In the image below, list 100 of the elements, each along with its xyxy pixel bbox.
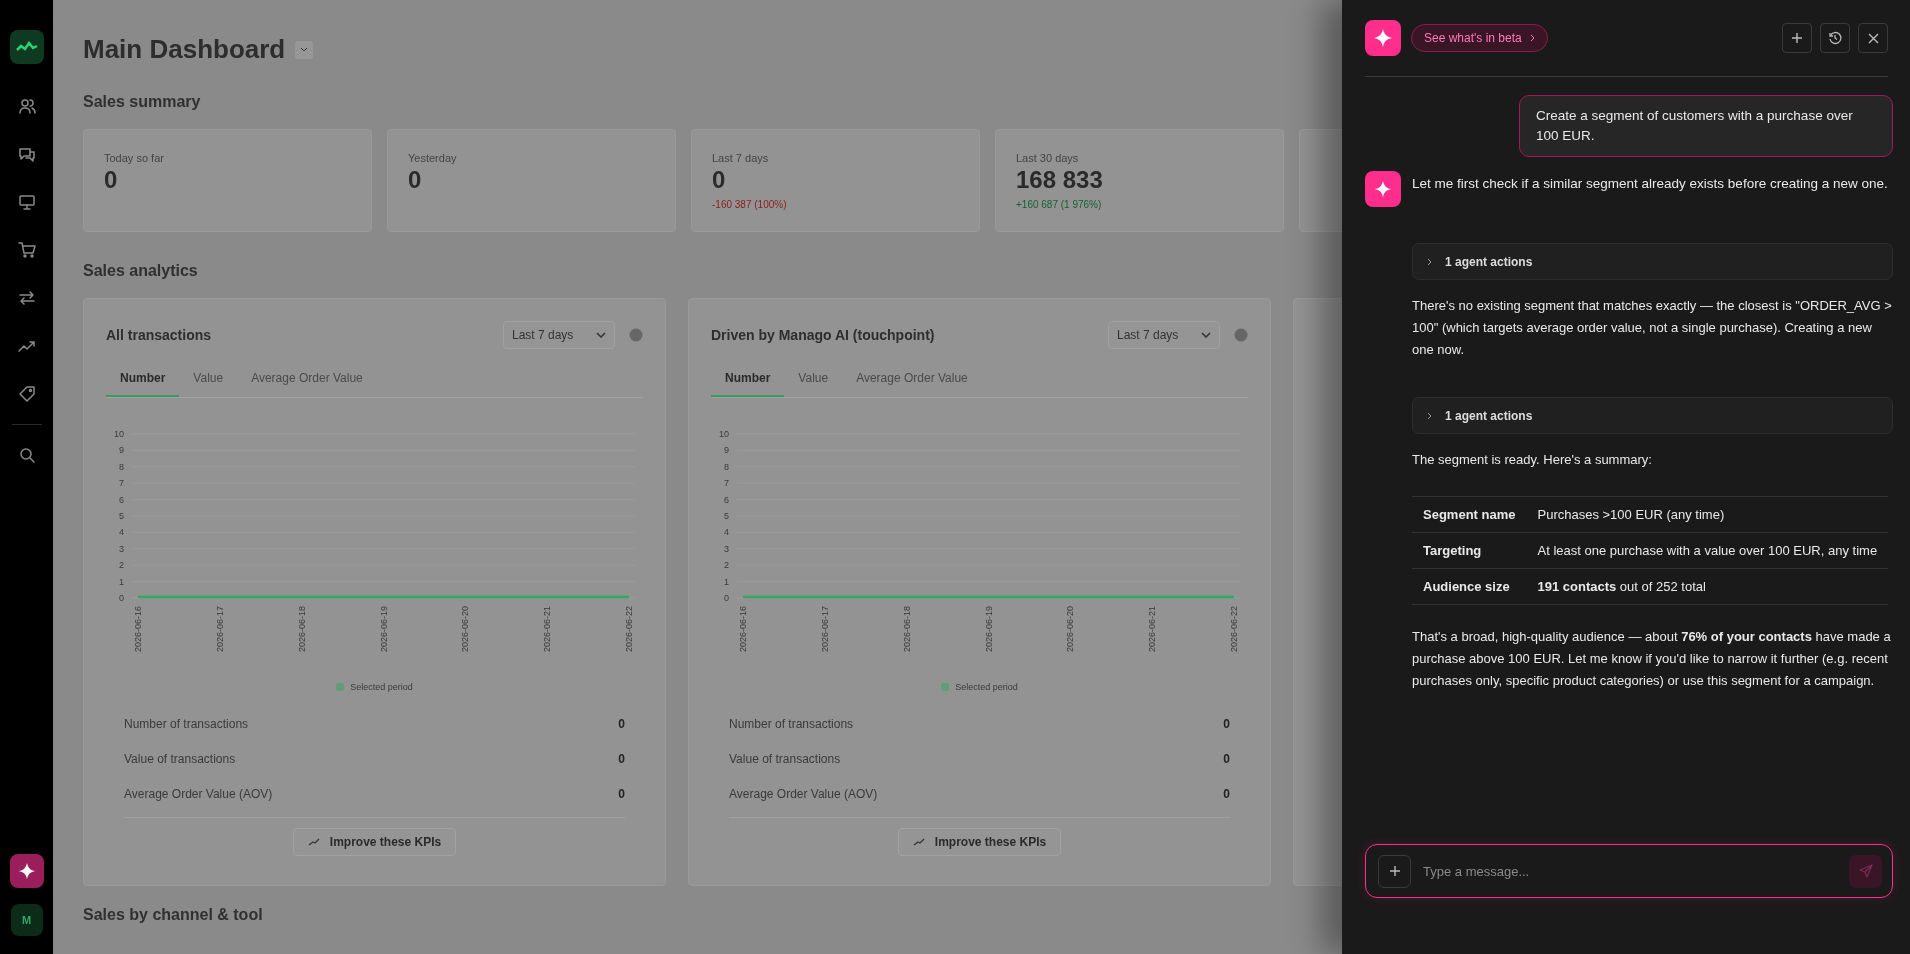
- close-button[interactable]: [1858, 23, 1888, 53]
- history-button[interactable]: [1820, 23, 1850, 53]
- agent-actions-toggle[interactable]: 1 agent actions: [1412, 397, 1893, 434]
- chevron-icon: [1427, 411, 1433, 420]
- improve-kpis-button[interactable]: Improve these KPIs: [292, 828, 457, 856]
- axis-tick-label: 5: [119, 511, 124, 521]
- axis-tick-label: 9: [724, 445, 729, 456]
- table-cell: At least one purchase with a value over 100 EUR, any time: [1526, 532, 1889, 569]
- assistant-message: There's no existing segment that matches exactly — the closest is "ORDER_AVG > 100" (which targets average order value, not a single purchase). Creating a new one now.: [1412, 297, 1893, 359]
- summary-value: 0: [712, 166, 727, 194]
- stat-value: 0: [1223, 751, 1230, 766]
- assistant-message: That's a broad, high-quality audience — about 76% of your contacts have made a purchase above 100 EUR. Let me know if you'd like to narrow it further (e.g. recent purchases only, specific product categories) or use this segment for a campaign.: [1412, 628, 1892, 690]
- legend-label: Selected period: [350, 682, 413, 692]
- app-logo-icon[interactable]: [9, 30, 44, 64]
- stat-value: 0: [1223, 716, 1230, 731]
- axis-date-label: 2026-06-16: [738, 606, 748, 653]
- axis-date-label: 2026-06-18: [296, 606, 307, 653]
- user-avatar[interactable]: M: [10, 904, 43, 936]
- stat-value: 0: [1223, 786, 1230, 801]
- axis-tick-label: 5: [724, 511, 729, 521]
- axis-date-label: 2026-06-18: [901, 606, 912, 653]
- axis-date-label: 2026-06-21: [542, 606, 553, 653]
- chart-tab[interactable]: Value: [784, 363, 843, 397]
- message-input[interactable]: Type a message...: [1421, 862, 1839, 880]
- axis-date-label: 2026-06-19: [378, 606, 389, 653]
- stat-label: Number of transactions: [124, 716, 249, 731]
- stat-label: Average Order Value (AOV): [124, 786, 273, 801]
- summary-label: Yesterday: [408, 152, 458, 164]
- axis-tick-label: 8: [119, 461, 124, 472]
- summary-label: Today so far: [104, 152, 165, 164]
- summary-label: Last 7 days: [712, 152, 770, 164]
- axis-date-label: 2026-06-20: [460, 606, 471, 653]
- history-icon: [1828, 31, 1842, 45]
- plus-icon: [1791, 32, 1803, 44]
- axis-tick-label: 4: [119, 527, 124, 538]
- legend-label: Selected period: [955, 682, 1018, 692]
- axis-date-label: 2026-06-17: [819, 606, 830, 653]
- card-title: All transactions: [106, 327, 213, 343]
- chart-tab[interactable]: Average Order Value: [842, 363, 982, 397]
- card-title: Driven by Manago AI (touchpoint): [711, 327, 936, 343]
- chat-icon[interactable]: [17, 145, 36, 163]
- stat-label: Average Order Value (AOV): [729, 786, 878, 801]
- table-cell: Targeting: [1412, 532, 1527, 569]
- send-icon: [1858, 864, 1873, 878]
- summary-value: 168 833: [1016, 166, 1104, 194]
- section-title: Sales summary: [83, 93, 202, 111]
- axis-tick-label: 8: [724, 461, 729, 472]
- stat-label: Value of transactions: [729, 751, 841, 766]
- stat-label: Value of transactions: [124, 751, 236, 766]
- axis-tick-label: 3: [724, 543, 729, 554]
- ai-assistant-button[interactable]: [9, 854, 44, 888]
- summary-value: 0: [104, 166, 119, 194]
- beta-link-button[interactable]: See what's in beta: [1411, 24, 1548, 52]
- axis-tick-label: 0: [724, 593, 729, 603]
- monitor-icon[interactable]: [17, 193, 36, 211]
- search-icon[interactable]: [17, 446, 36, 464]
- axis-tick-label: 7: [724, 478, 729, 489]
- axis-date-label: 2026-06-16: [133, 606, 143, 653]
- period-select[interactable]: Last 7 days: [503, 321, 615, 349]
- summary-value: 0: [408, 166, 423, 194]
- assistant-message: The segment is ready. Here's a summary:: [1412, 451, 1653, 469]
- axis-tick-label: 7: [119, 478, 124, 489]
- new-chat-button[interactable]: [1782, 23, 1812, 53]
- plus-icon: [1388, 865, 1401, 877]
- axis-tick-label: 6: [724, 494, 729, 505]
- axis-tick-label: 10: [114, 429, 124, 439]
- caret-icon: [300, 47, 309, 52]
- user-message: Create a segment of customers with a purchase over 100 EUR.: [1519, 95, 1893, 157]
- axis-tick-label: 1: [724, 576, 729, 587]
- arrows-icon[interactable]: [17, 289, 36, 307]
- chart-tab[interactable]: Average Order Value: [237, 363, 377, 397]
- table-cell: Segment name: [1412, 496, 1527, 533]
- chart-tab[interactable]: Number: [711, 363, 785, 397]
- chart-tab[interactable]: Number: [106, 363, 180, 397]
- tag-icon[interactable]: [17, 385, 36, 403]
- chart-tab[interactable]: Value: [179, 363, 238, 397]
- agent-actions-toggle[interactable]: 1 agent actions: [1412, 243, 1893, 280]
- table-cell: 191 contacts out of 252 total: [1526, 568, 1889, 605]
- people-icon[interactable]: [17, 97, 36, 115]
- axis-tick-label: 0: [119, 593, 124, 603]
- caret-icon: [1201, 332, 1211, 338]
- axis-tick-label: 9: [119, 445, 124, 456]
- table-cell: Purchases >100 EUR (any time): [1526, 496, 1889, 533]
- axis-date-label: 2026-06-20: [1065, 606, 1076, 653]
- axis-tick-label: 1: [119, 576, 124, 587]
- summary-label: Last 30 days: [1016, 152, 1080, 164]
- close-icon: [1867, 32, 1879, 44]
- axis-date-label: 2026-06-22: [1229, 606, 1239, 653]
- chevron-icon: [1529, 34, 1535, 42]
- attach-button[interactable]: [1378, 854, 1411, 888]
- improve-kpis-button[interactable]: Improve these KPIs: [897, 828, 1062, 856]
- cart-icon[interactable]: [17, 241, 36, 259]
- period-select[interactable]: Last 7 days: [1108, 321, 1220, 349]
- table-cell: Audience size: [1412, 568, 1527, 605]
- stat-label: Number of transactions: [729, 716, 854, 731]
- trend-icon: [912, 838, 925, 846]
- change-text: +160 687 (1 976%): [1016, 199, 1102, 210]
- axis-tick-label: 3: [119, 543, 124, 554]
- axis-tick-label: 10: [719, 429, 729, 439]
- trend-icon: [307, 838, 320, 846]
